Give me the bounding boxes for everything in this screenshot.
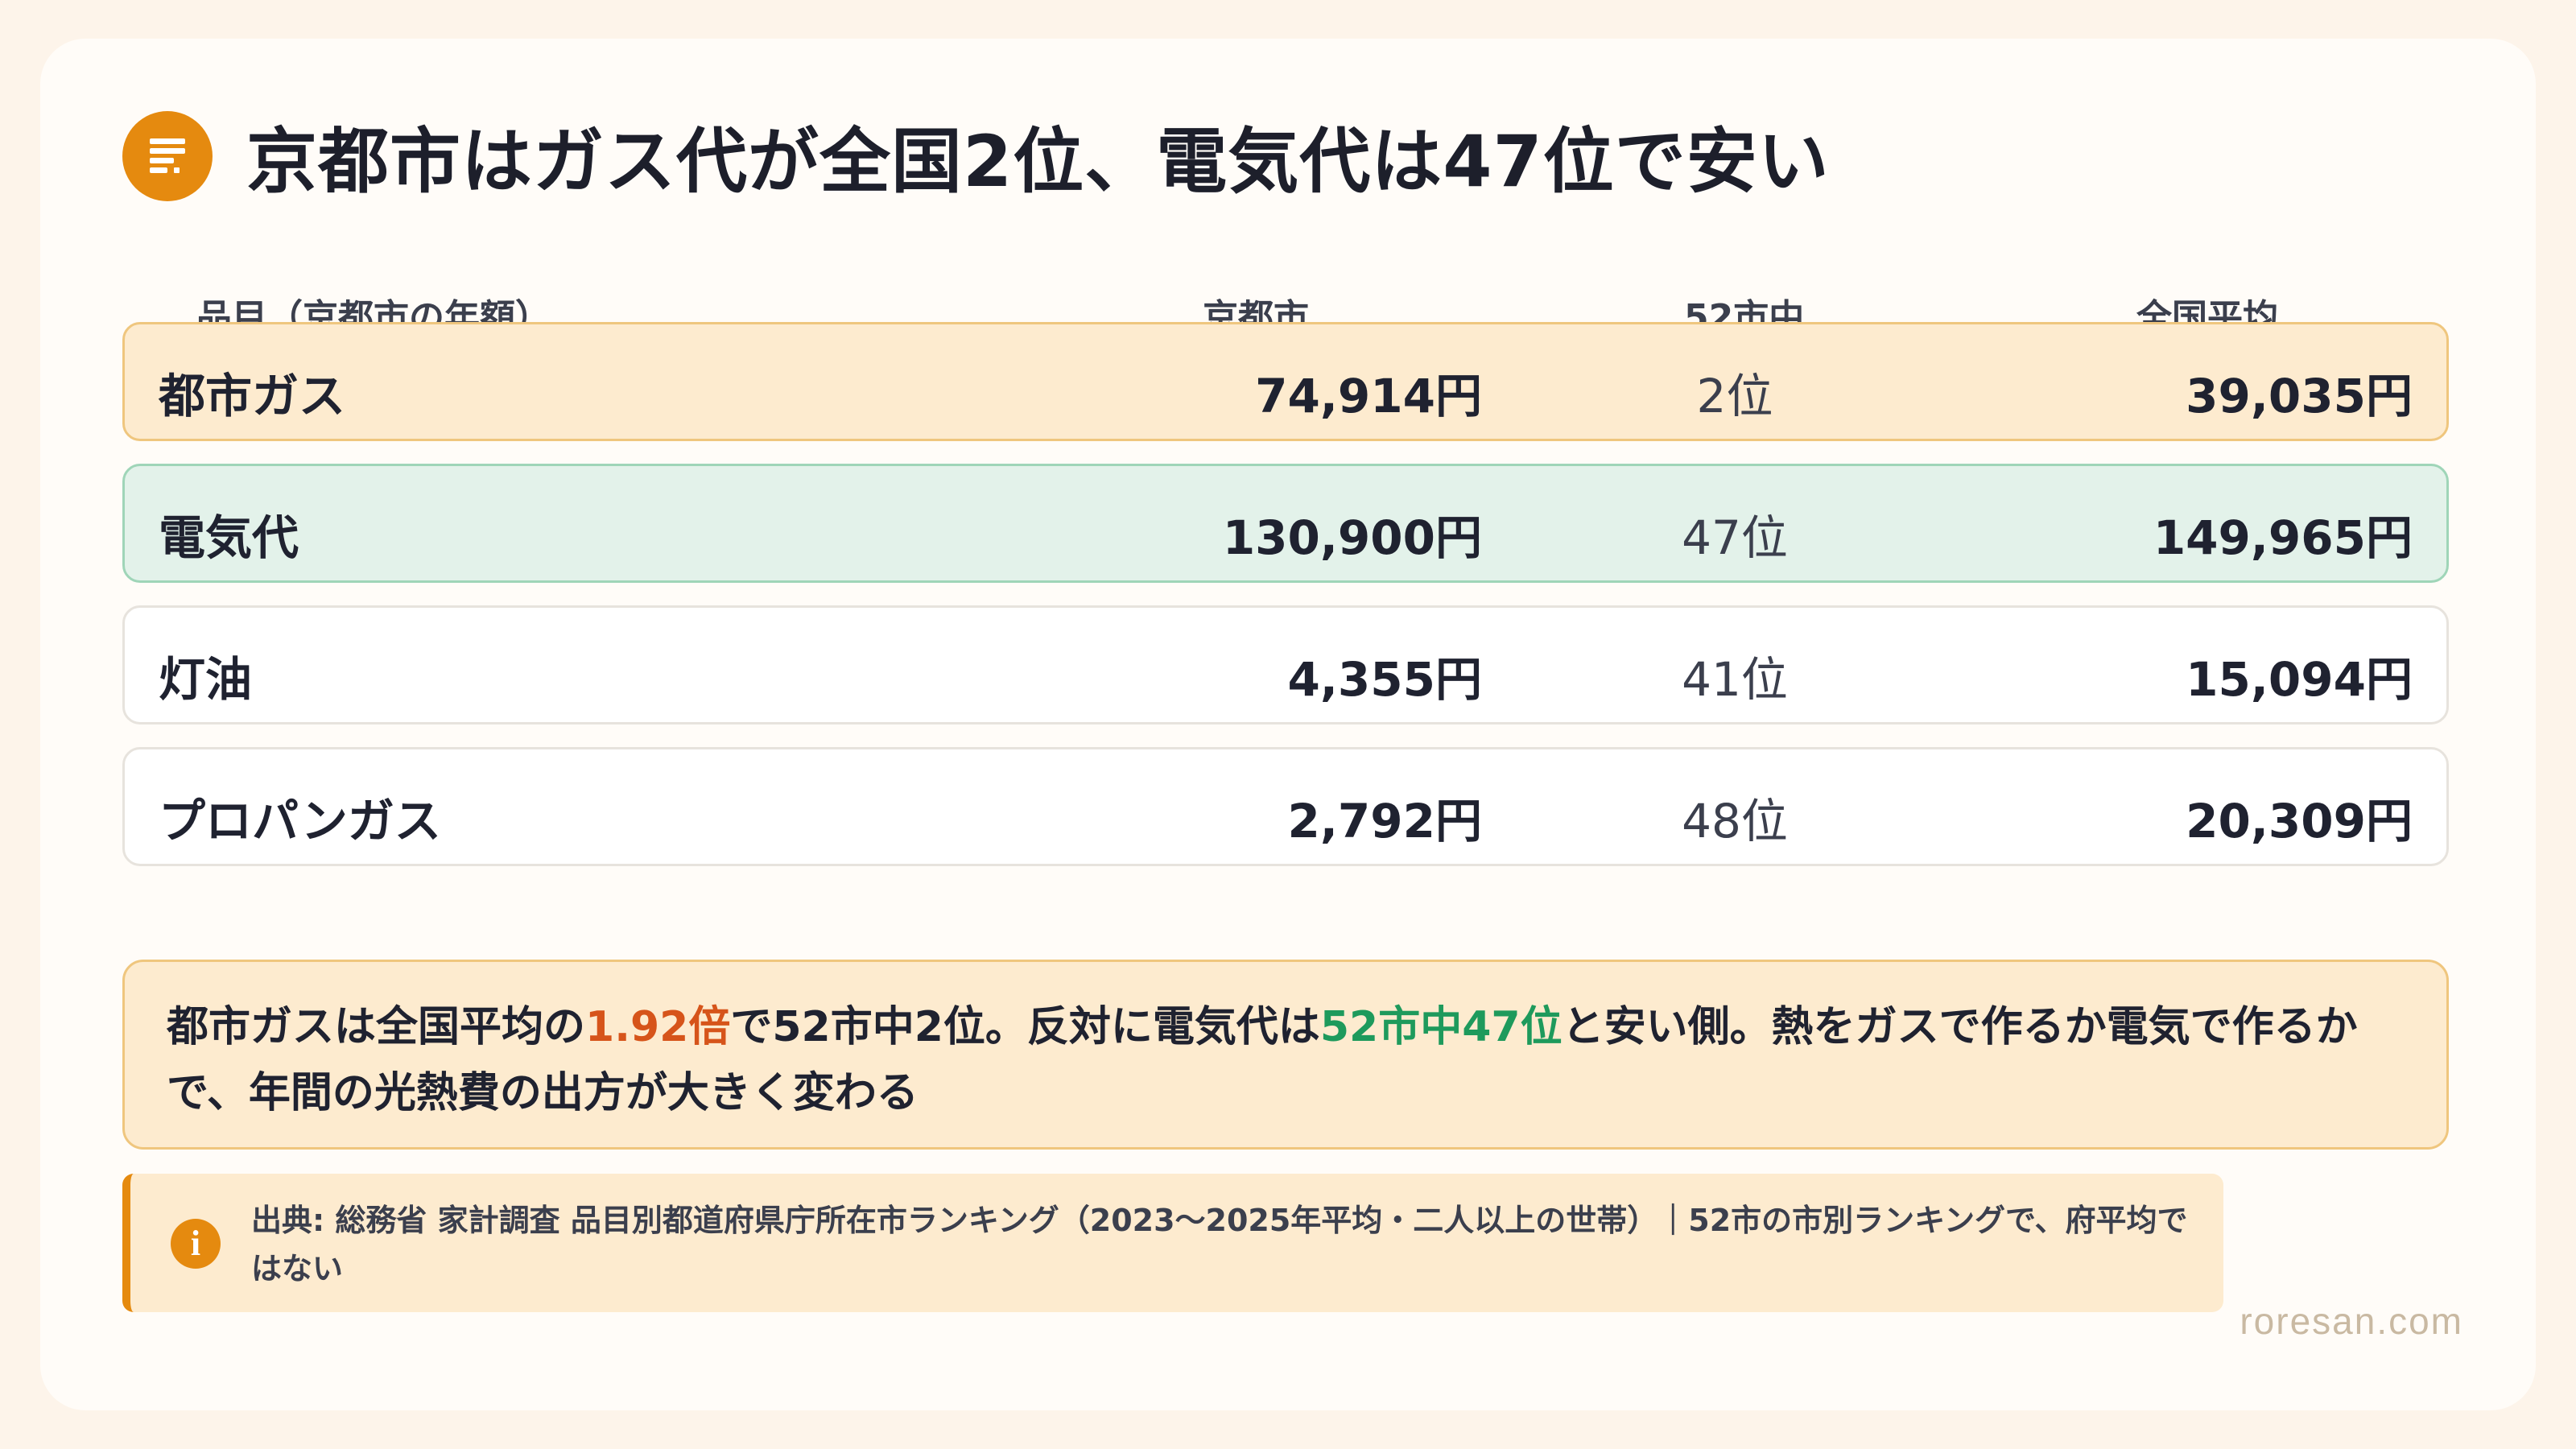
summary-highlight-rank: 52市中47位: [1319, 1003, 1563, 1051]
table-row: 都市ガス 74,914円 2位 39,035円: [122, 322, 2449, 441]
infographic-card: 京都市はガス代が全国2位、電気代は47位で安い 品目（京都市の年額） 京都市 5…: [40, 39, 2536, 1410]
row-kyoto-value: 74,914円: [1255, 369, 1482, 423]
row-average-value: 149,965円: [2153, 510, 2413, 565]
summary-text: 都市ガスは全国平均の: [167, 1003, 586, 1051]
row-kyoto-value: 130,900円: [1222, 510, 1482, 565]
row-kyoto-value: 4,355円: [1287, 652, 1482, 707]
row-average-value: 15,094円: [2186, 652, 2413, 707]
row-kyoto-value: 2,792円: [1287, 794, 1482, 848]
header: 京都市はガス代が全国2位、電気代は47位で安い: [122, 105, 1830, 207]
row-average-value: 39,035円: [2186, 369, 2413, 423]
row-item: 都市ガス: [159, 369, 346, 423]
row-rank: 2位: [1696, 369, 1773, 423]
row-item: 電気代: [159, 510, 299, 565]
document-list-icon: [122, 110, 213, 201]
summary-text: で52市中2位。反対に電気代は: [730, 1003, 1320, 1051]
table-row: プロパンガス 2,792円 48位 20,309円: [122, 747, 2449, 866]
table-row: 灯油 4,355円 41位 15,094円: [122, 605, 2449, 724]
row-rank: 48位: [1682, 794, 1788, 848]
table-row: 電気代 130,900円 47位 149,965円: [122, 464, 2449, 583]
row-rank: 41位: [1682, 652, 1788, 707]
source-text: 出典: 総務省 家計調査 品目別都道府県庁所在市ランキング（2023〜2025年…: [251, 1203, 2188, 1286]
summary-highlight-ratio: 1.92倍: [585, 1003, 731, 1051]
page-title: 京都市はガス代が全国2位、電気代は47位で安い: [246, 120, 1830, 203]
row-item: 灯油: [159, 652, 253, 707]
site-brand: roresan.com: [2240, 1300, 2463, 1342]
row-rank: 47位: [1682, 510, 1788, 565]
source-note: i 出典: 総務省 家計調査 品目別都道府県庁所在市ランキング（2023〜202…: [122, 1174, 2223, 1312]
info-icon: i: [171, 1219, 221, 1269]
summary-box: 都市ガスは全国平均の1.92倍で52市中2位。反対に電気代は52市中47位と安い…: [122, 960, 2449, 1150]
row-item: プロパンガス: [159, 794, 441, 848]
row-average-value: 20,309円: [2186, 794, 2413, 848]
